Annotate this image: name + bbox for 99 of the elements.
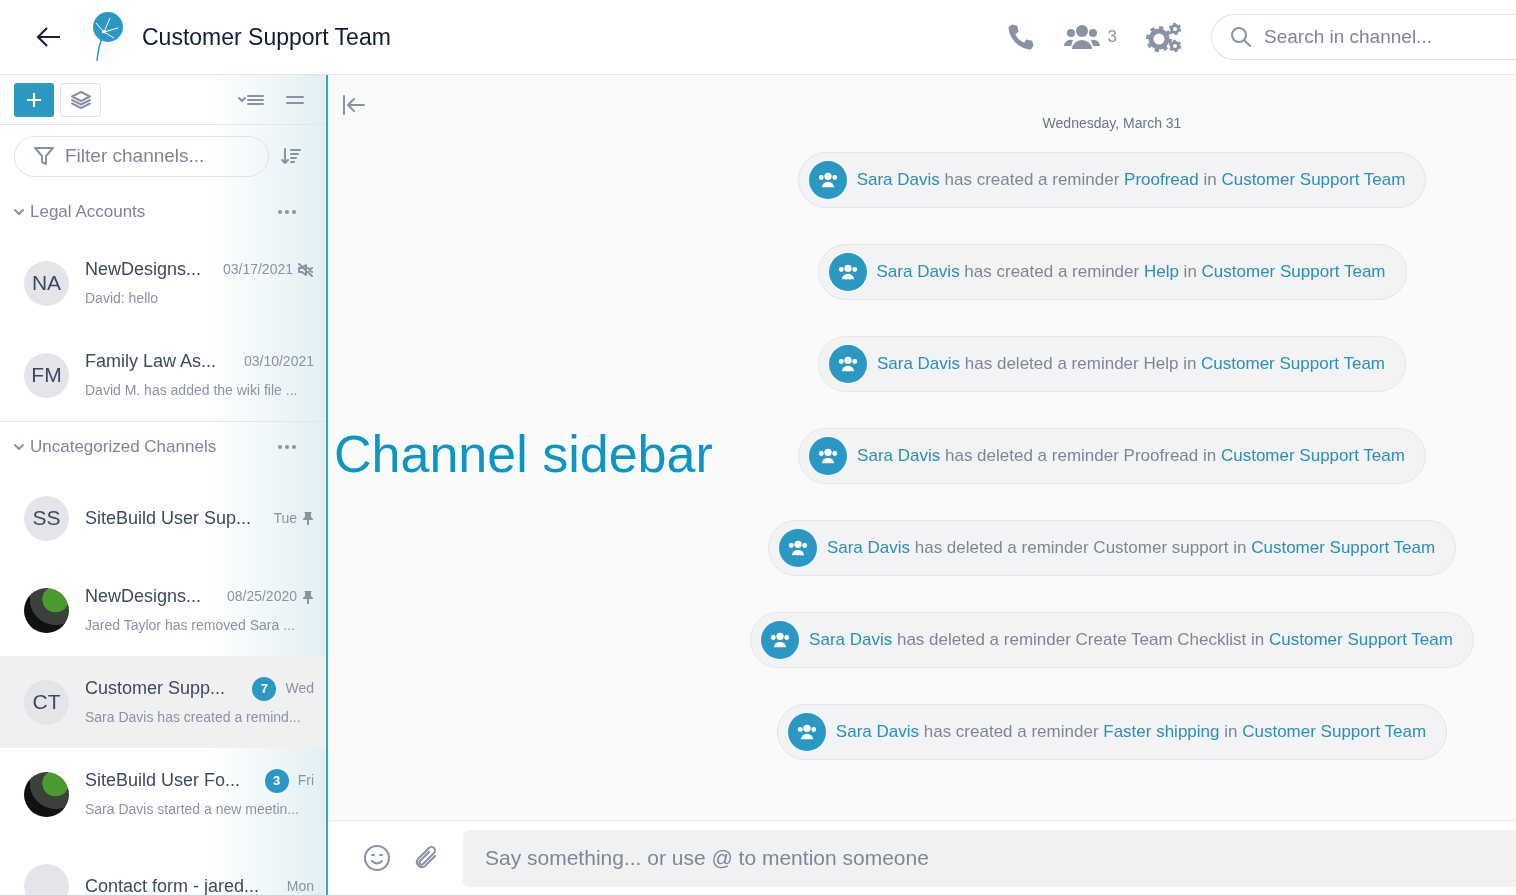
channel-name: SiteBuild User Fo... xyxy=(85,769,241,792)
channel-link[interactable]: Customer Support Team xyxy=(1268,630,1453,650)
chevron-icon[interactable] xyxy=(14,443,24,451)
avatar xyxy=(24,863,69,895)
unread-count: 3 xyxy=(264,768,289,793)
channel-name: SiteBuild User Sup... xyxy=(85,506,252,530)
user-link[interactable]: Sara Davis xyxy=(857,446,941,466)
channel-date: 03/17/2021 xyxy=(222,260,293,279)
group-avatar-icon xyxy=(761,621,800,659)
channel-name: Contact form - jared... xyxy=(85,874,260,895)
channel-name: Customer Supp... xyxy=(85,677,226,700)
channel-item[interactable]: SS SiteBuild User Sup... Tue xyxy=(0,472,326,564)
avatar: SS xyxy=(24,495,69,541)
avatar: FM xyxy=(24,352,69,398)
layers-button[interactable] xyxy=(60,82,101,117)
chevron-icon[interactable] xyxy=(14,208,24,216)
more-options-button[interactable] xyxy=(278,445,296,449)
channel-name: NewDesigns... xyxy=(85,258,202,281)
activity-message: Sara Davis has deleted a reminder Customer support in Customer Support Team xyxy=(826,537,1436,560)
people-icon xyxy=(1063,24,1100,50)
activity-message: Sara Davis has deleted a reminder Create Team Checklist in Customer Support Team xyxy=(809,629,1453,652)
menu-icon xyxy=(286,94,304,105)
user-link[interactable]: Sara Davis xyxy=(876,262,960,282)
user-link[interactable]: Sara Davis xyxy=(876,354,961,374)
user-link[interactable]: Sara Davis xyxy=(826,538,910,558)
collapse-list-icon xyxy=(238,92,264,107)
group-avatar-icon xyxy=(787,713,826,751)
user-link[interactable]: Sara Davis xyxy=(856,170,940,190)
search-icon xyxy=(1230,26,1252,48)
avatar: NA xyxy=(24,260,69,306)
activity-message: Sara Davis has created a reminder Faster shipping in Customer Support Team xyxy=(835,721,1427,744)
group-avatar-icon xyxy=(778,529,817,567)
group-title[interactable]: Uncategorized Channels xyxy=(30,434,217,460)
search-field[interactable]: Search in channel... xyxy=(1264,22,1504,52)
members-button[interactable]: 3 xyxy=(1063,24,1117,50)
sort-icon xyxy=(281,147,301,165)
message-input[interactable]: Say something... or use @ to mention someone xyxy=(463,829,1516,887)
activity-message: Sara Davis has created a reminder Help in Customer Support Team xyxy=(876,261,1386,284)
back-button[interactable] xyxy=(36,26,62,48)
menu-button[interactable] xyxy=(286,94,304,105)
add-channel-button[interactable] xyxy=(14,82,54,117)
avatar: CT xyxy=(24,679,69,725)
message-preview: David: hello xyxy=(85,289,159,308)
channel-item[interactable]: SiteBuild User Fo... 3 Fri Sara Davis started a new meetin... xyxy=(0,748,326,840)
group-avatar-icon xyxy=(828,345,867,383)
date-divider: Wednesday, March 31 xyxy=(1042,114,1182,133)
channel-title: Customer Support Team xyxy=(142,22,391,52)
sort-button[interactable] xyxy=(281,147,301,165)
channel-date: 03/10/2021 xyxy=(243,352,314,371)
filter-icon xyxy=(33,145,55,167)
filter-field[interactable]: Filter channels... xyxy=(65,141,255,171)
channel-item[interactable]: FM Family Law As... 03/10/2021 David M. has added the wiki file ... xyxy=(0,329,326,421)
channel-link[interactable]: Customer Support Team xyxy=(1242,722,1427,742)
channel-date: Mon xyxy=(286,876,314,895)
collapse-sidebar-button[interactable] xyxy=(342,95,366,115)
group-title[interactable]: Legal Accounts xyxy=(30,199,146,225)
collapse-left-icon xyxy=(342,95,366,115)
channel-item[interactable]: NA NewDesigns... 03/17/2021 David: hello xyxy=(0,237,326,329)
channel-link[interactable]: Customer Support Team xyxy=(1201,262,1386,282)
group-avatar-icon xyxy=(809,437,848,475)
message-preview: Sara Davis started a new meetin... xyxy=(85,800,299,819)
channel-date: Tue xyxy=(273,508,297,528)
layers-icon xyxy=(69,88,92,111)
channel-link[interactable]: Customer Support Team xyxy=(1220,446,1405,466)
emoji-button[interactable] xyxy=(363,844,391,872)
more-options-button[interactable] xyxy=(278,210,296,214)
user-link[interactable]: Sara Davis xyxy=(835,722,919,742)
activity-message: Sara Davis has deleted a reminder Proofread in Customer Support Team xyxy=(857,445,1405,468)
settings-button[interactable] xyxy=(1145,21,1183,53)
message-preview: Jared Taylor has removed Sara ... xyxy=(85,616,295,635)
channel-date: Wed xyxy=(285,679,314,698)
activity-message: Sara Davis has deleted a reminder Help in Customer Support Team xyxy=(876,353,1386,376)
activity-message: Sara Davis has created a reminder Proofread in Customer Support Team xyxy=(856,169,1406,192)
channel-name: NewDesigns... xyxy=(85,585,202,608)
reminder-link[interactable]: Faster shipping xyxy=(1103,722,1220,742)
channel-date: 08/25/2020 xyxy=(226,587,297,606)
channel-link[interactable]: Customer Support Team xyxy=(1201,354,1386,374)
channel-item[interactable]: NewDesigns... 08/25/2020 Jared Taylor has removed Sara ... xyxy=(0,564,326,656)
message-preview: David M. has added the wiki file ... xyxy=(85,381,298,400)
annotation-label: Channel sidebar xyxy=(334,425,713,485)
group-avatar-icon xyxy=(808,161,847,199)
collapse-all-button[interactable] xyxy=(238,92,264,107)
smiley-icon xyxy=(363,844,391,872)
channel-date: Fri xyxy=(297,771,314,790)
user-link[interactable]: Sara Davis xyxy=(809,630,893,650)
reminder-link[interactable]: Help xyxy=(1143,262,1179,282)
channel-item[interactable]: Contact form - jared... Mon xyxy=(0,840,326,895)
group-avatar-icon xyxy=(828,253,867,291)
channel-link[interactable]: Customer Support Team xyxy=(1251,538,1436,558)
photo-placeholder xyxy=(24,587,69,633)
photo-placeholder xyxy=(24,771,69,817)
member-count: 3 xyxy=(1107,26,1117,49)
plus-icon xyxy=(26,91,42,108)
channel-item[interactable]: CT Customer Supp... 7 Wed Sara Davis has created a remind... xyxy=(0,656,326,748)
message-preview: Sara Davis has created a remind... xyxy=(85,708,301,727)
reminder-link[interactable]: Proofread xyxy=(1124,170,1199,190)
channel-name: Family Law As... xyxy=(85,350,217,373)
unread-count: 7 xyxy=(252,676,277,701)
channel-link[interactable]: Customer Support Team xyxy=(1221,170,1406,190)
